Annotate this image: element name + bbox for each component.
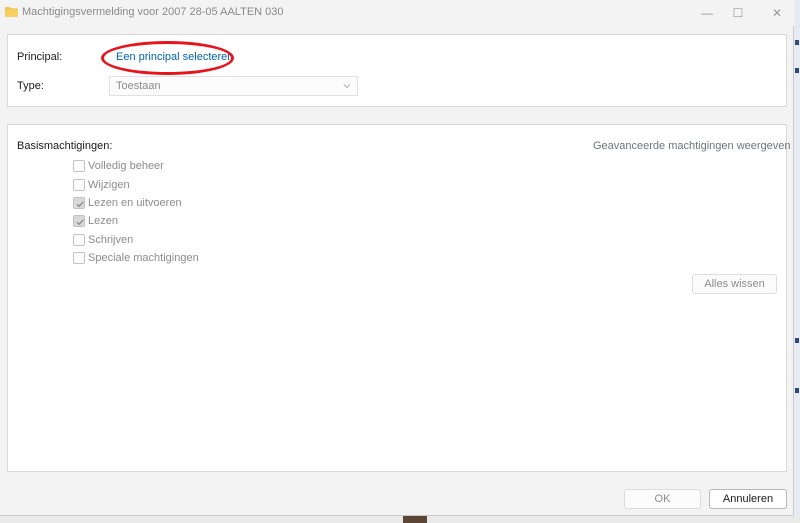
permission-label: Lezen en uitvoeren [88, 197, 182, 209]
principal-panel [7, 34, 787, 107]
background-window-edge [794, 0, 800, 523]
maximize-button[interactable]: ☐ [720, 0, 756, 26]
advanced-permissions-link[interactable]: Geavanceerde machtigingen weergeven [593, 140, 791, 152]
type-select[interactable]: Toestaan [109, 76, 358, 96]
checkbox[interactable] [73, 160, 85, 172]
cancel-button[interactable]: Annuleren [709, 489, 787, 509]
background-object [403, 516, 427, 523]
folder-icon [5, 7, 18, 17]
checkbox-checked[interactable] [73, 197, 85, 209]
background-desktop-strip [0, 516, 800, 523]
permission-modify[interactable]: Wijzigen [73, 177, 130, 193]
background-mark [795, 40, 799, 45]
clear-all-button[interactable]: Alles wissen [692, 274, 777, 294]
permission-label: Lezen [88, 215, 118, 227]
close-button[interactable]: ✕ [759, 0, 795, 26]
permission-read-execute[interactable]: Lezen en uitvoeren [73, 195, 182, 211]
window-title: Machtigingsvermelding voor 2007 28-05 AA… [22, 6, 284, 18]
background-mark [795, 338, 799, 343]
chevron-down-icon [341, 79, 353, 93]
permission-special[interactable]: Speciale machtigingen [73, 250, 199, 266]
type-label: Type: [17, 80, 44, 92]
permission-label: Wijzigen [88, 179, 130, 191]
basic-permissions-heading: Basismachtigingen: [17, 140, 113, 152]
close-icon: ✕ [771, 6, 783, 20]
maximize-icon: ☐ [732, 6, 744, 20]
ok-button[interactable]: OK [624, 489, 701, 509]
permission-label: Volledig beheer [88, 160, 164, 172]
checkbox-checked[interactable] [73, 215, 85, 227]
principal-label: Principal: [17, 51, 63, 63]
permission-write[interactable]: Schrijven [73, 232, 133, 248]
permission-full-control[interactable]: Volledig beheer [73, 158, 164, 174]
title-bar[interactable]: Machtigingsvermelding voor 2007 28-05 AA… [0, 0, 794, 26]
permission-label: Speciale machtigingen [88, 252, 199, 264]
checkmark-icon [76, 219, 84, 226]
select-principal-link[interactable]: Een principal selecteren [116, 51, 233, 63]
checkbox[interactable] [73, 234, 85, 246]
background-mark [795, 68, 799, 73]
permission-label: Schrijven [88, 234, 134, 246]
checkbox[interactable] [73, 252, 85, 264]
checkbox[interactable] [73, 179, 85, 191]
background-mark [795, 388, 799, 393]
checkmark-icon [76, 201, 84, 208]
type-select-value: Toestaan [116, 80, 161, 92]
permission-read[interactable]: Lezen [73, 213, 118, 229]
minimize-icon: — [701, 6, 713, 20]
permission-entry-dialog: Machtigingsvermelding voor 2007 28-05 AA… [0, 0, 794, 516]
